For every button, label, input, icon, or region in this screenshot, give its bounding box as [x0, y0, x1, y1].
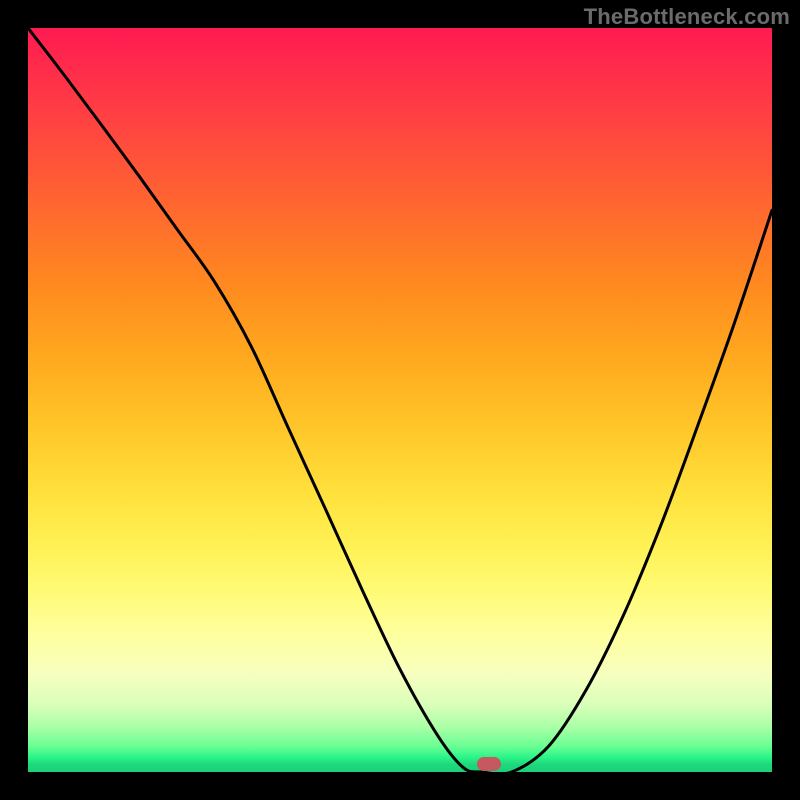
plot-area: [28, 28, 772, 772]
optimal-marker: [477, 757, 501, 771]
bottleneck-curve: [28, 28, 772, 772]
watermark-text: TheBottleneck.com: [584, 4, 790, 30]
chart-frame: TheBottleneck.com: [0, 0, 800, 800]
